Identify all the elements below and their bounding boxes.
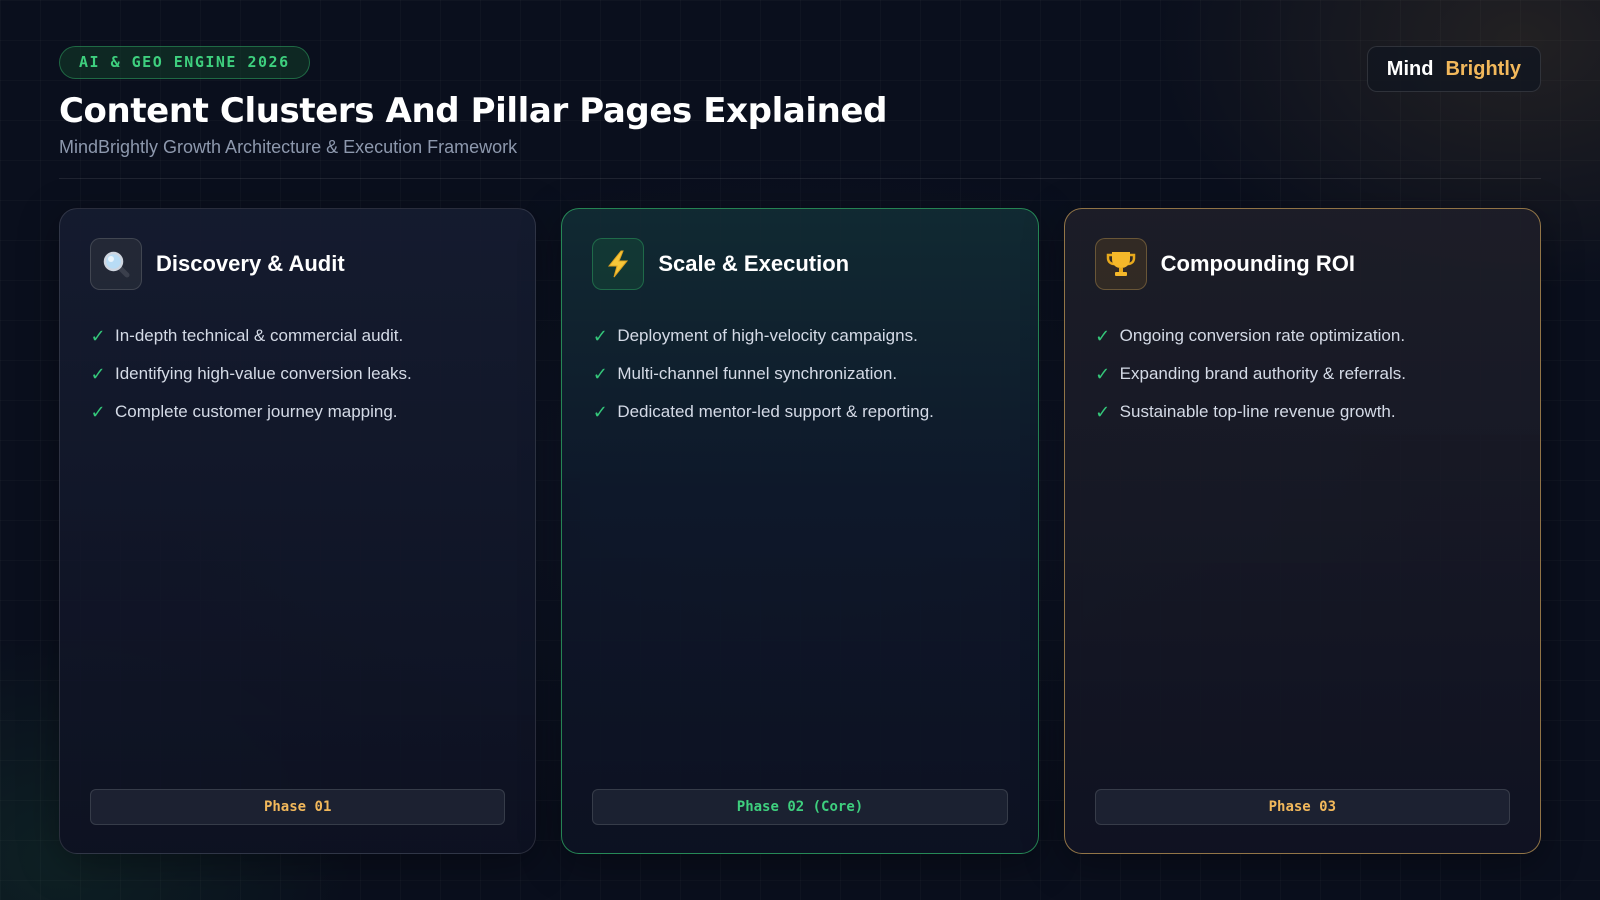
card-header: Discovery & Audit xyxy=(90,237,505,291)
brand-logo-part2: Brightly xyxy=(1445,57,1521,80)
card-scale-execution: Scale & Execution ✓ Deployment of high-ve… xyxy=(561,208,1039,854)
list-item: ✓ Sustainable top-line revenue growth. xyxy=(1095,393,1510,431)
point-text: Complete customer journey mapping. xyxy=(115,402,398,421)
engine-tag-badge: AI & GEO ENGINE 2026 xyxy=(59,46,310,79)
check-icon: ✓ xyxy=(592,401,608,422)
check-icon: ✓ xyxy=(592,363,608,384)
card-header: Scale & Execution xyxy=(592,237,1007,291)
brand-logo: Mind Brightly xyxy=(1366,46,1541,92)
point-text: Expanding brand authority & referrals. xyxy=(1119,364,1406,383)
slide-header: AI & GEO ENGINE 2026 Content Clusters An… xyxy=(59,46,1541,158)
card-header: Compounding ROI xyxy=(1094,237,1510,291)
point-text: Ongoing conversion rate optimization. xyxy=(1119,326,1406,345)
phase-label: Phase 02 (Core) xyxy=(592,789,1008,825)
card-points: ✓ Deployment of high-velocity campaigns. … xyxy=(592,317,1007,431)
card-discovery-audit: Discovery & Audit ✓ In-depth technical & … xyxy=(59,208,537,854)
check-icon: ✓ xyxy=(90,401,106,422)
check-icon: ✓ xyxy=(592,325,608,346)
point-text: Deployment of high-velocity campaigns. xyxy=(617,326,918,345)
point-text: Sustainable top-line revenue growth. xyxy=(1119,402,1396,421)
list-item: ✓ In-depth technical & commercial audit. xyxy=(90,317,505,355)
check-icon: ✓ xyxy=(90,363,106,384)
header-divider xyxy=(59,178,1541,179)
list-item: ✓ Deployment of high-velocity campaigns. xyxy=(592,317,1007,355)
card-title: Compounding ROI xyxy=(1160,251,1355,276)
list-item: ✓ Expanding brand authority & referrals. xyxy=(1095,355,1510,393)
card-title: Scale & Execution xyxy=(658,251,850,276)
phase-label: Phase 01 xyxy=(90,789,506,825)
point-text: In-depth technical & commercial audit. xyxy=(115,326,404,345)
card-title: Discovery & Audit xyxy=(156,251,345,276)
phase-label: Phase 03 xyxy=(1094,789,1510,825)
phase-cards: Discovery & Audit ✓ In-depth technical & … xyxy=(59,208,1541,854)
list-item: ✓ Multi-channel funnel synchronization. xyxy=(592,355,1007,393)
trophy-icon xyxy=(1094,238,1147,290)
check-icon: ✓ xyxy=(1095,363,1111,384)
brand-logo-part1: Mind xyxy=(1386,57,1434,80)
lightning-icon xyxy=(592,238,645,290)
list-item: ✓ Identifying high-value conversion leaks… xyxy=(90,355,505,393)
point-text: Dedicated mentor-led support & reporting… xyxy=(617,402,934,421)
check-icon: ✓ xyxy=(90,325,106,346)
card-points: ✓ Ongoing conversion rate optimization. ✓… xyxy=(1095,317,1510,431)
card-points: ✓ In-depth technical & commercial audit. … xyxy=(90,317,505,431)
point-text: Multi-channel funnel synchronization. xyxy=(617,364,898,383)
page-subtitle: MindBrightly Growth Architecture & Execu… xyxy=(59,137,518,157)
list-item: ✓ Complete customer journey mapping. xyxy=(90,393,505,431)
list-item: ✓ Ongoing conversion rate optimization. xyxy=(1095,317,1510,355)
magnifier-icon xyxy=(90,238,142,290)
check-icon: ✓ xyxy=(1095,325,1111,346)
list-item: ✓ Dedicated mentor-led support & reportin… xyxy=(592,393,1007,431)
card-compounding-roi: Compounding ROI ✓ Ongoing conversion rate… xyxy=(1063,208,1541,854)
point-text: Identifying high-value conversion leaks. xyxy=(115,364,412,383)
check-icon: ✓ xyxy=(1095,401,1111,422)
page-title: Content Clusters And Pillar Pages Explai… xyxy=(59,91,888,131)
